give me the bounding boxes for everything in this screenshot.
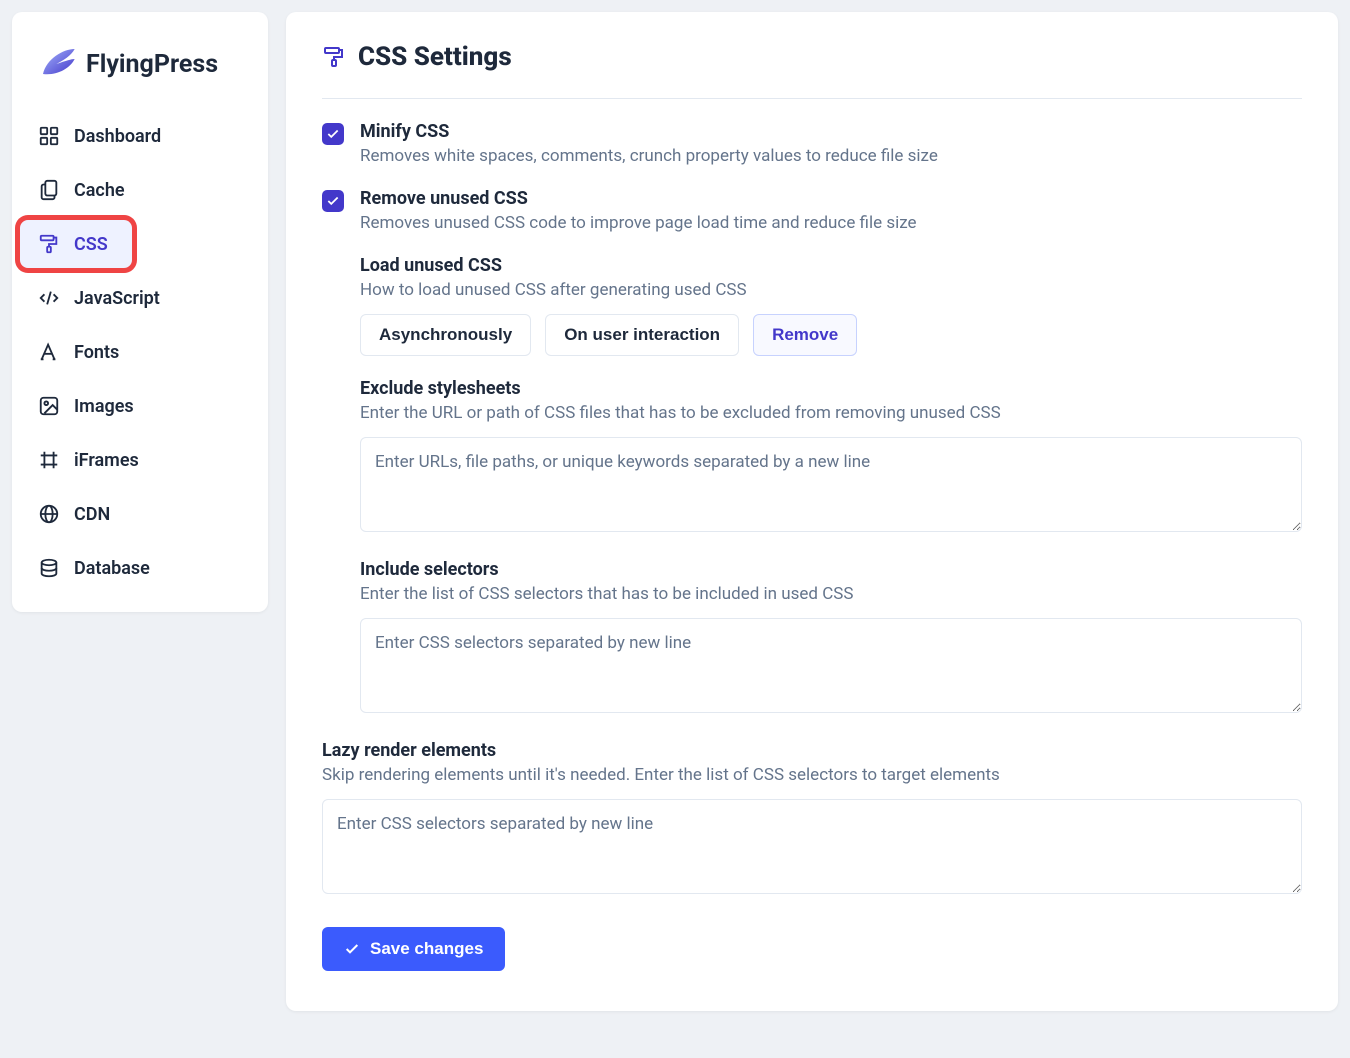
nav: Dashboard Cache CSS JavaScript Fonts Ima… [20, 112, 260, 592]
remove-unused-css-desc: Removes unused CSS code to improve page … [360, 213, 917, 233]
database-icon [38, 557, 60, 579]
setting-include-selectors: Include selectors Enter the list of CSS … [360, 559, 1302, 718]
check-icon [326, 127, 340, 141]
paint-roller-icon [38, 233, 60, 255]
minify-css-checkbox[interactable] [322, 123, 344, 145]
lazy-render-desc: Skip rendering elements until it's neede… [322, 765, 1302, 785]
remove-unused-css-checkbox[interactable] [322, 190, 344, 212]
minify-css-label: Minify CSS [360, 121, 938, 142]
minify-css-desc: Removes white spaces, comments, crunch p… [360, 146, 938, 166]
setting-lazy-render: Lazy render elements Skip rendering elem… [322, 740, 1302, 899]
globe-icon [38, 503, 60, 525]
sidebar-item-database[interactable]: Database [20, 544, 260, 592]
option-remove[interactable]: Remove [753, 314, 857, 356]
lazy-render-input[interactable] [322, 799, 1302, 894]
brand: FlyingPress [20, 36, 260, 112]
save-button-label: Save changes [370, 939, 483, 959]
exclude-stylesheets-label: Exclude stylesheets [360, 378, 1302, 399]
check-icon [326, 194, 340, 208]
image-icon [38, 395, 60, 417]
option-asynchronously[interactable]: Asynchronously [360, 314, 531, 356]
brand-name: FlyingPress [86, 50, 218, 79]
sidebar-item-label: Cache [74, 180, 125, 201]
sidebar-item-images[interactable]: Images [20, 382, 260, 430]
sidebar-item-label: CSS [74, 234, 108, 255]
sidebar-item-label: CDN [74, 504, 110, 525]
sidebar-item-label: Database [74, 558, 150, 579]
sidebar-item-fonts[interactable]: Fonts [20, 328, 260, 376]
sidebar-item-cache[interactable]: Cache [20, 166, 260, 214]
page-header: CSS Settings [322, 42, 1302, 99]
font-icon [38, 341, 60, 363]
page-title: CSS Settings [358, 42, 512, 72]
exclude-stylesheets-input[interactable] [360, 437, 1302, 532]
sidebar-item-label: Images [74, 396, 134, 417]
code-icon [38, 287, 60, 309]
setting-load-unused-css: Load unused CSS How to load unused CSS a… [360, 255, 1302, 356]
load-unused-css-desc: How to load unused CSS after generating … [360, 280, 1302, 300]
sidebar-item-iframes[interactable]: iFrames [20, 436, 260, 484]
sidebar: FlyingPress Dashboard Cache CSS JavaScri… [12, 12, 268, 612]
save-button[interactable]: Save changes [322, 927, 505, 971]
sidebar-item-dashboard[interactable]: Dashboard [20, 112, 260, 160]
setting-exclude-stylesheets: Exclude stylesheets Enter the URL or pat… [360, 378, 1302, 537]
sidebar-item-label: JavaScript [74, 288, 160, 309]
sidebar-item-label: iFrames [74, 450, 139, 471]
lazy-render-label: Lazy render elements [322, 740, 1302, 761]
exclude-stylesheets-desc: Enter the URL or path of CSS files that … [360, 403, 1302, 423]
frame-icon [38, 449, 60, 471]
sidebar-item-cdn[interactable]: CDN [20, 490, 260, 538]
include-selectors-desc: Enter the list of CSS selectors that has… [360, 584, 1302, 604]
sidebar-item-javascript[interactable]: JavaScript [20, 274, 260, 322]
sidebar-item-label: Dashboard [74, 126, 161, 147]
setting-minify-css: Minify CSS Removes white spaces, comment… [322, 121, 1302, 166]
settings-panel: CSS Settings Minify CSS Removes white sp… [286, 12, 1338, 1011]
setting-remove-unused-css: Remove unused CSS Removes unused CSS cod… [322, 188, 1302, 233]
sidebar-item-label: Fonts [74, 342, 119, 363]
paint-roller-icon [322, 45, 346, 69]
cache-icon [38, 179, 60, 201]
dashboard-icon [38, 125, 60, 147]
option-on-user-interaction[interactable]: On user interaction [545, 314, 739, 356]
check-icon [344, 941, 360, 957]
logo-icon [38, 44, 78, 84]
include-selectors-label: Include selectors [360, 559, 1302, 580]
include-selectors-input[interactable] [360, 618, 1302, 713]
sidebar-item-css[interactable]: CSS [20, 220, 132, 268]
load-unused-css-label: Load unused CSS [360, 255, 1302, 276]
remove-unused-css-label: Remove unused CSS [360, 188, 917, 209]
